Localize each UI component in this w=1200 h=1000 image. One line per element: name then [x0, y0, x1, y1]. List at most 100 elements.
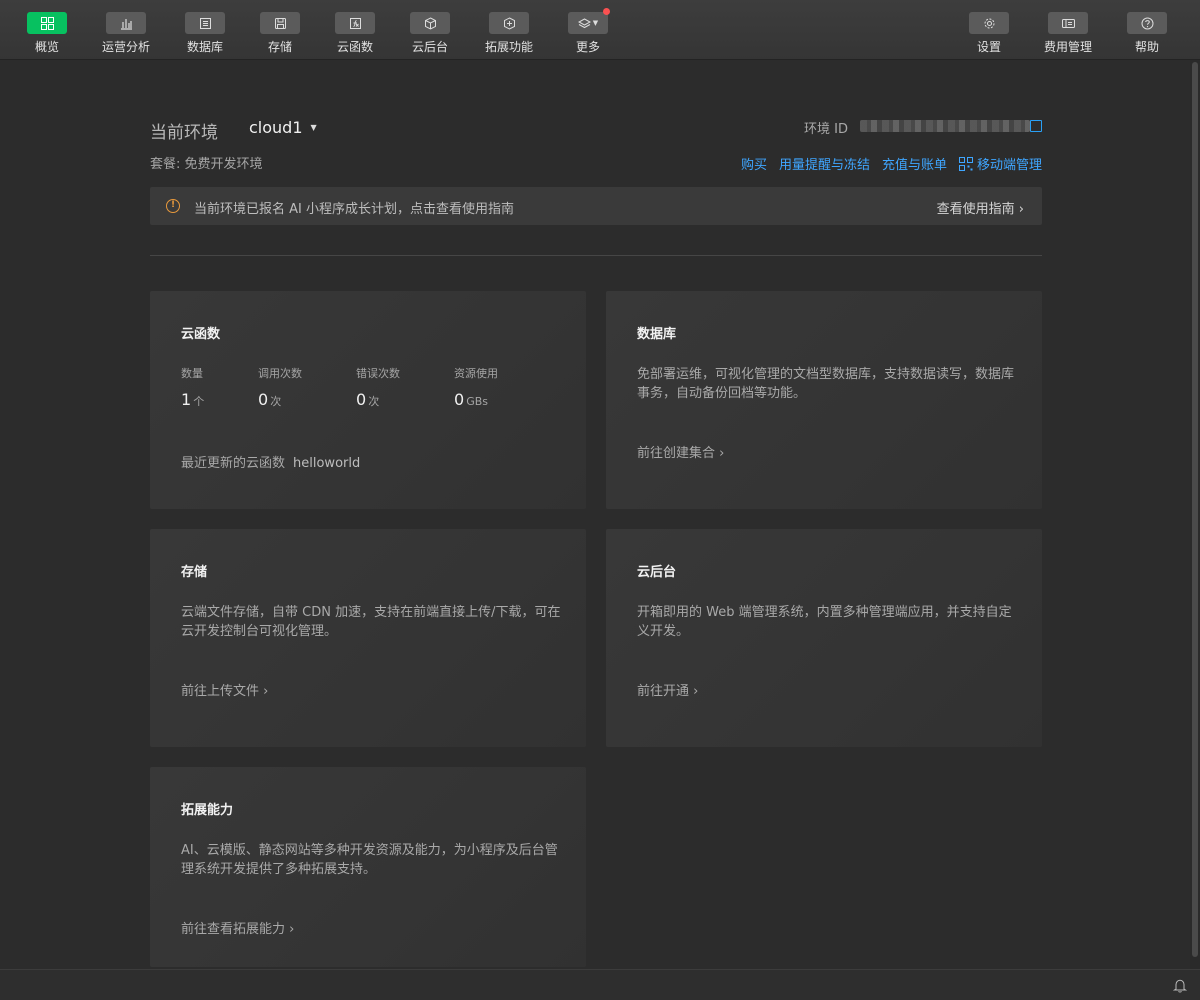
- toolbar-overview[interactable]: 概览: [11, 12, 83, 56]
- stat-unit: 次: [368, 395, 380, 408]
- card-title: 存储: [181, 565, 208, 580]
- card-database: 数据库 免部署运维，可视化管理的文档型数据库，支持数据读写，数据库事务，自动备份…: [606, 291, 1042, 509]
- toolbar-storage[interactable]: 存储: [244, 12, 316, 56]
- toolbar-more[interactable]: ▼ 更多: [552, 8, 624, 56]
- toolbar-label: 云函数: [336, 40, 373, 54]
- stat-invocations: 调用次数 0次: [258, 365, 302, 409]
- stat-label: 调用次数: [258, 367, 302, 380]
- env-name: cloud1: [249, 118, 303, 137]
- view-extensions-link[interactable]: 前往查看拓展能力 ›: [181, 918, 294, 937]
- stat-unit: 次: [270, 395, 282, 408]
- env-id-value-redacted: [860, 120, 1030, 132]
- plan-text: 套餐: 免费开发环境: [150, 157, 263, 172]
- gear-icon: [984, 18, 994, 28]
- environment-row: 当前环境 cloud1 ▼ 环境 ID: [150, 118, 1042, 143]
- toolbar-label: 数据库: [186, 40, 223, 54]
- toolbar-help[interactable]: 帮助: [1111, 12, 1183, 56]
- recent-function-label: 最近更新的云函数: [181, 456, 286, 471]
- toolbar-label: 费用管理: [1043, 40, 1092, 54]
- backend-button[interactable]: [410, 12, 450, 34]
- overview-icon: [40, 16, 54, 30]
- top-toolbar: 概览 运营分析 数据库 存储 云函数 云后台 拓展功能 ▼ 更多 设置 费用管理…: [0, 0, 1200, 60]
- buy-link[interactable]: 购买: [741, 154, 767, 173]
- card-title: 拓展能力: [181, 803, 234, 818]
- copy-icon[interactable]: [1030, 120, 1042, 132]
- env-action-links: 购买 用量提醒与冻结 充值与账单 移动端管理: [741, 154, 1042, 173]
- help-icon: [1141, 17, 1153, 29]
- recent-function: 最近更新的云函数 helloworld: [181, 452, 360, 471]
- extensions-button[interactable]: [489, 12, 529, 34]
- vertical-scrollbar[interactable]: [1190, 60, 1200, 969]
- toolbar-analytics[interactable]: 运营分析: [90, 12, 162, 56]
- mobile-management-link[interactable]: 移动端管理: [958, 154, 1042, 173]
- stat-unit: GBs: [466, 395, 488, 408]
- card-title: 云后台: [637, 565, 677, 580]
- toolbar-label: 运营分析: [101, 40, 150, 54]
- activate-link[interactable]: 前往开通 ›: [637, 680, 698, 699]
- billing-button[interactable]: [1048, 12, 1088, 34]
- card-extensions: 拓展能力 AI、云模版、静态网站等多种开发资源及能力，为小程序及后台管理系统开发…: [150, 767, 586, 967]
- stat-value: 0: [454, 390, 465, 409]
- usage-alert-link[interactable]: 用量提醒与冻结: [779, 154, 870, 173]
- env-label: 当前环境: [150, 123, 218, 143]
- scrollbar-thumb[interactable]: [1192, 62, 1198, 957]
- analytics-button[interactable]: [106, 12, 146, 34]
- stat-unit: 个: [193, 395, 205, 408]
- chevron-down-icon: ▼: [592, 19, 599, 27]
- stat-label: 错误次数: [356, 367, 400, 380]
- warning-icon: !: [166, 199, 180, 213]
- toolbar-settings[interactable]: 设置: [953, 12, 1025, 56]
- bar-chart-icon: [120, 18, 132, 30]
- stat-value: 0: [258, 390, 269, 409]
- functions-button[interactable]: [335, 12, 375, 34]
- recent-function-name[interactable]: helloworld: [293, 456, 360, 471]
- stat-count: 数量 1个: [181, 365, 204, 409]
- stat-label: 资源使用: [454, 367, 498, 380]
- storage-icon: [274, 17, 286, 29]
- card-description: 开箱即用的 Web 端管理系统，内置多种管理端应用，并支持自定义开发。: [637, 605, 1012, 639]
- database-button[interactable]: [185, 12, 225, 34]
- card-description: 免部署运维，可视化管理的文档型数据库，支持数据读写，数据库事务，自动备份回档等功…: [637, 367, 1015, 401]
- card-title: 数据库: [637, 327, 677, 342]
- overview-button[interactable]: [27, 12, 67, 34]
- notification-badge: [603, 8, 610, 15]
- toolbar-billing[interactable]: 费用管理: [1032, 12, 1104, 56]
- toolbar-label: 帮助: [1134, 40, 1159, 54]
- toolbar-database[interactable]: 数据库: [169, 12, 241, 56]
- env-selector[interactable]: cloud1 ▼: [249, 118, 317, 137]
- card-storage: 存储 云端文件存储，自带 CDN 加速，支持在前端直接上传/下载，可在云开发控制…: [150, 529, 586, 747]
- more-button[interactable]: ▼: [568, 8, 610, 34]
- settings-button[interactable]: [969, 12, 1009, 34]
- layers-icon: [577, 17, 591, 28]
- bell-icon[interactable]: [1173, 978, 1187, 993]
- toolbar-label: 概览: [34, 40, 59, 54]
- stat-errors: 错误次数 0次: [356, 365, 400, 409]
- extension-icon: [503, 16, 515, 30]
- env-id-label: 环境 ID: [804, 122, 848, 137]
- toolbar-label: 拓展功能: [484, 40, 533, 54]
- toolbar-extensions[interactable]: 拓展功能: [473, 12, 545, 56]
- recharge-billing-link[interactable]: 充值与账单: [882, 154, 947, 173]
- stat-label: 数量: [181, 367, 203, 380]
- chevron-down-icon: ▼: [310, 123, 317, 132]
- notice-banner: ! 当前环境已报名 AI 小程序成长计划，点击查看使用指南 查看使用指南 ›: [150, 187, 1042, 225]
- cube-icon: [424, 16, 436, 30]
- function-icon: [349, 17, 361, 29]
- upload-file-link[interactable]: 前往上传文件 ›: [181, 680, 268, 699]
- database-icon: [199, 17, 211, 29]
- storage-button[interactable]: [260, 12, 300, 34]
- stat-value: 0: [356, 390, 367, 409]
- help-button[interactable]: [1127, 12, 1167, 34]
- card-title: 云函数: [181, 327, 221, 342]
- create-collection-link[interactable]: 前往创建集合 ›: [637, 442, 724, 461]
- stat-resource-usage: 资源使用 0 GBs: [454, 365, 498, 409]
- status-bar: [0, 969, 1200, 1000]
- card-description: AI、云模版、静态网站等多种开发资源及能力，为小程序及后台管理系统开发提供了多种…: [181, 843, 558, 877]
- card-cloud-functions: 云函数 数量 1个 调用次数 0次 错误次数 0次 资源使用 0 GBs 最近更新…: [150, 291, 586, 509]
- toolbar-label: 存储: [267, 40, 292, 54]
- toolbar-label: 更多: [575, 40, 600, 54]
- view-guide-link[interactable]: 查看使用指南 ›: [937, 198, 1024, 217]
- billing-icon: [1061, 18, 1075, 28]
- toolbar-functions[interactable]: 云函数: [319, 12, 391, 56]
- toolbar-backend[interactable]: 云后台: [394, 12, 466, 56]
